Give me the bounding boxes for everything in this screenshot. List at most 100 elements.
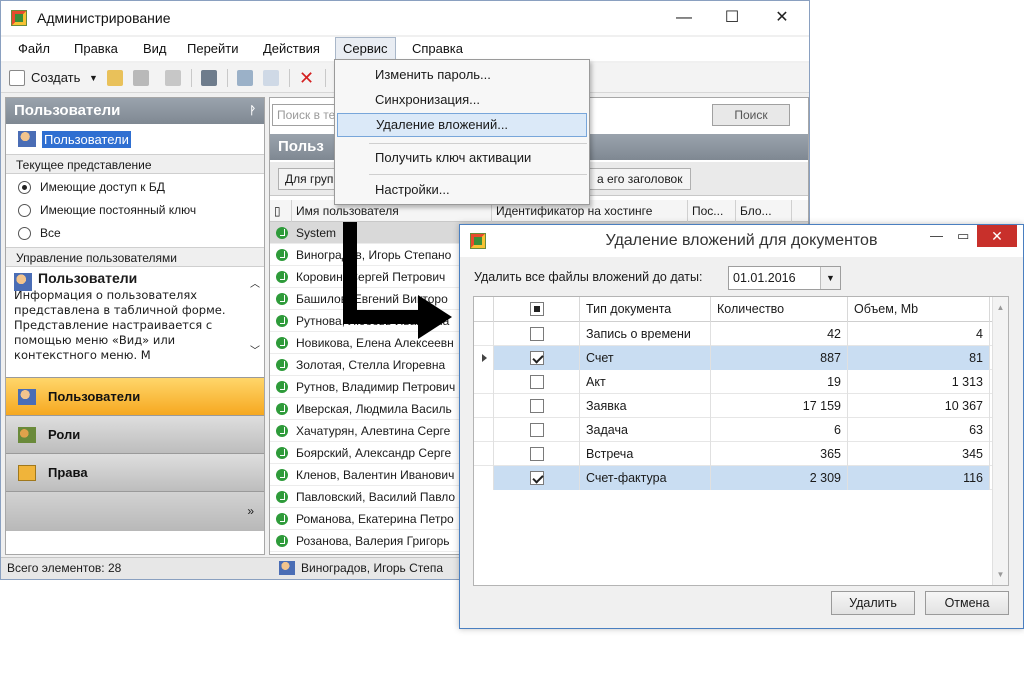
select-all-header[interactable] (494, 297, 580, 322)
new-document-icon[interactable] (9, 70, 25, 86)
doc-volume: 10 367 (848, 394, 990, 418)
view-option-all[interactable]: Все (6, 222, 264, 245)
column-count[interactable]: Количество (711, 297, 848, 322)
grid-row[interactable]: Задача 6 63 (474, 418, 994, 442)
doc-count: 2 309 (711, 466, 848, 490)
scroll-up-icon[interactable]: ︿ (248, 277, 262, 292)
menu-file[interactable]: Файл (11, 37, 57, 61)
grid-row[interactable]: Акт 19 1 313 (474, 370, 994, 394)
menu-help[interactable]: Справка (405, 37, 470, 61)
menu-service[interactable]: Сервис (335, 37, 396, 61)
menu-bar: Файл Правка Вид Перейти Действия Сервис … (1, 37, 809, 61)
doc-count: 887 (711, 346, 848, 370)
date-dropdown-icon[interactable]: ▼ (820, 267, 840, 289)
column-blocked[interactable]: Бло... (736, 200, 792, 222)
users-tree-item[interactable]: Пользователи (6, 124, 264, 154)
row-checkbox[interactable] (529, 423, 544, 437)
info-scrollbar[interactable]: ︿ ﹀ (248, 277, 262, 359)
pointer-arrow (343, 222, 452, 339)
scroll-down-icon[interactable]: ▼ (993, 570, 1008, 579)
grid-row[interactable]: Встреча 365 345 (474, 442, 994, 466)
nav-roles-button[interactable]: Роли (6, 415, 264, 453)
column-doc-type[interactable]: Тип документа (580, 297, 711, 322)
open-folder-icon[interactable] (107, 70, 123, 86)
row-checkbox-cell[interactable] (494, 466, 580, 490)
chevron-more-icon[interactable]: » (247, 504, 254, 518)
menu-go[interactable]: Перейти (180, 37, 246, 61)
users-tree-label[interactable]: Пользователи (42, 131, 131, 148)
document-icon[interactable]: ▯ (270, 200, 292, 222)
menu-change-password[interactable]: Изменить пароль... (337, 63, 587, 87)
user-icon (279, 561, 295, 575)
delete-icon[interactable]: ✕ (299, 68, 314, 88)
grid-row[interactable]: Счет-фактура 2 309 116 (474, 466, 994, 490)
row-checkbox-cell[interactable] (494, 442, 580, 466)
row-checkbox-cell[interactable] (494, 346, 580, 370)
pin-icon[interactable]: ᚹ (249, 98, 256, 124)
menu-settings[interactable]: Настройки... (337, 178, 587, 202)
dialog-close-button[interactable]: ✕ (977, 225, 1017, 247)
row-checkbox[interactable] (529, 327, 544, 341)
cancel-button[interactable]: Отмена (925, 591, 1009, 615)
nav-users-button[interactable]: Пользователи (6, 377, 264, 415)
properties-icon[interactable] (201, 70, 217, 86)
close-button[interactable]: ✕ (759, 1, 805, 35)
menu-edit[interactable]: Правка (67, 37, 125, 61)
print-icon[interactable] (237, 70, 253, 86)
view-option-permanent-key[interactable]: Имеющие постоянный ключ (6, 199, 264, 222)
view-option-label: Все (40, 226, 61, 240)
grid-row[interactable]: Заявка 17 159 10 367 (474, 394, 994, 418)
select-all-checkbox[interactable] (529, 302, 544, 316)
print-preview-icon[interactable] (263, 70, 279, 86)
row-checkbox[interactable] (529, 399, 544, 413)
menu-delete-attachments[interactable]: Удаление вложений... (337, 113, 587, 137)
create-dropdown-icon[interactable]: ▼ (89, 68, 98, 88)
radio-button[interactable] (18, 204, 31, 217)
group-button[interactable]: Для груп (278, 168, 341, 190)
column-last[interactable]: Пос... (688, 200, 736, 222)
row-checkbox-cell[interactable] (494, 370, 580, 394)
user-status-icon (276, 337, 288, 349)
grid-row[interactable]: Запись о времени 42 4 (474, 322, 994, 346)
row-checkbox[interactable] (529, 447, 544, 461)
user-name: Рутнов, Владимир Петрович (296, 380, 456, 394)
column-volume[interactable]: Объем, Mb (848, 297, 990, 322)
menu-view[interactable]: Вид (136, 37, 174, 61)
search-button[interactable]: Поиск (712, 104, 790, 126)
nav-rights-label: Права (48, 465, 88, 480)
dialog-title-bar: Удаление вложений для документов — ▭ ✕ (460, 225, 1023, 257)
row-checkbox[interactable] (529, 351, 544, 365)
grid-header: Тип документа Количество Объем, Mb (474, 297, 994, 322)
radio-button[interactable] (18, 181, 31, 194)
menu-sync[interactable]: Синхронизация... (337, 88, 587, 112)
delete-button[interactable]: Удалить (831, 591, 915, 615)
radio-button[interactable] (18, 227, 31, 240)
doc-type: Счет (580, 346, 711, 370)
maximize-button[interactable]: ☐ (709, 1, 755, 35)
nav-rights-button[interactable]: Права (6, 453, 264, 491)
dialog-maximize-button[interactable]: ▭ (957, 228, 969, 244)
menu-actions[interactable]: Действия (256, 37, 327, 61)
row-checkbox-cell[interactable] (494, 322, 580, 346)
doc-count: 19 (711, 370, 848, 394)
view-option-label: Имеющие постоянный ключ (40, 203, 197, 217)
row-checkbox-cell[interactable] (494, 418, 580, 442)
scroll-up-icon[interactable]: ▲ (993, 303, 1008, 312)
save-icon[interactable] (133, 70, 149, 86)
view-option-db-access[interactable]: Имеющие доступ к БД (6, 176, 264, 199)
date-field[interactable]: 01.01.2016 ▼ (728, 266, 841, 290)
grid-row[interactable]: Счет 887 81 (474, 346, 994, 370)
minimize-button[interactable]: — (661, 1, 707, 35)
menu-get-activation-key[interactable]: Получить ключ активации (337, 146, 587, 170)
row-checkbox[interactable] (529, 375, 544, 389)
row-checkbox[interactable] (529, 471, 544, 485)
user-status-icon (276, 513, 288, 525)
row-indicator (474, 442, 494, 466)
doc-type: Счет-фактура (580, 466, 711, 490)
row-checkbox-cell[interactable] (494, 394, 580, 418)
create-button[interactable]: Создать (31, 68, 80, 88)
undo-icon[interactable] (165, 70, 181, 86)
dialog-minimize-button[interactable]: — (930, 228, 943, 243)
grid-scrollbar[interactable]: ▲ ▼ (992, 297, 1008, 585)
scroll-down-icon[interactable]: ﹀ (248, 344, 262, 359)
